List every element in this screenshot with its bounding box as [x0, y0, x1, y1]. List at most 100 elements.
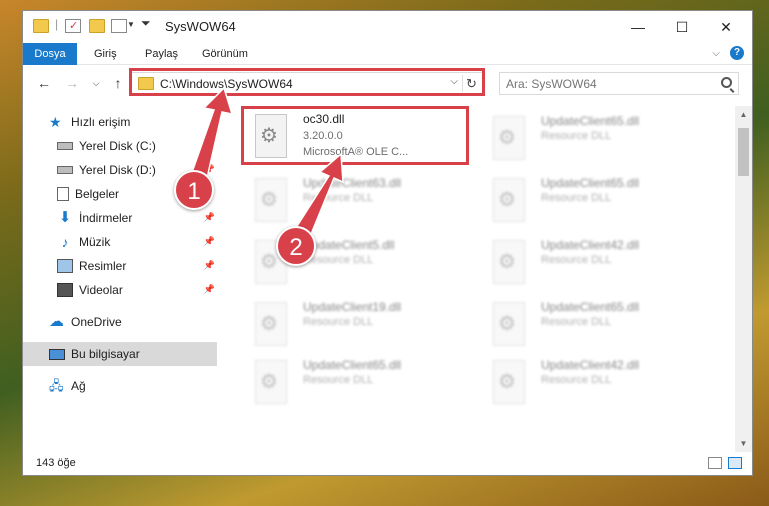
sidebar-item-label: Müzik	[79, 235, 111, 249]
scroll-thumb[interactable]	[738, 128, 749, 176]
file-item[interactable]: UpdateClient65.dll Resource DLL	[483, 112, 703, 168]
scroll-up-icon[interactable]: ▲	[735, 106, 752, 123]
sidebar-item-disk-c[interactable]: Yerel Disk (C:) 📌	[23, 134, 217, 158]
dll-file-icon	[493, 240, 525, 284]
file-description: Resource DLL	[541, 316, 612, 328]
pin-icon[interactable]: 📌	[204, 236, 215, 247]
dll-file-icon	[493, 360, 525, 404]
sidebar-item-onedrive[interactable]: ☁ OneDrive	[23, 310, 217, 334]
pin-icon[interactable]: 📌	[204, 212, 215, 223]
sidebar-item-label: Yerel Disk (D:)	[79, 163, 156, 177]
maximize-button[interactable]: ☐	[662, 15, 702, 39]
search-icon[interactable]	[721, 77, 732, 88]
file-item[interactable]: UpdateClient42.dll Resource DLL	[483, 236, 703, 292]
sidebar-item-downloads[interactable]: ⬇ İndirmeler 📌	[23, 206, 217, 230]
file-name: UpdateClient65.dll	[541, 176, 640, 190]
file-description: Resource DLL	[303, 374, 374, 386]
up-arrow-icon[interactable]: ↑	[109, 73, 127, 93]
sidebar-item-label: İndirmeler	[79, 211, 133, 225]
file-name: UpdateClient65.dll	[303, 358, 402, 372]
sidebar-item-label: Bu bilgisayar	[71, 347, 140, 361]
sidebar-item-network[interactable]: 🖧 Ağ	[23, 374, 217, 398]
folder-icon	[33, 19, 49, 33]
drive-icon	[57, 142, 73, 150]
computer-icon	[49, 348, 65, 360]
download-icon: ⬇	[58, 209, 72, 226]
cloud-icon: ☁	[49, 313, 64, 330]
sidebar-item-videos[interactable]: Videolar 📌	[23, 278, 217, 302]
tab-view[interactable]: Görünüm	[193, 43, 257, 65]
file-name: UpdateClient65.dll	[541, 300, 640, 314]
file-item[interactable]: UpdateClient65.dll Resource DLL	[245, 356, 465, 412]
dll-file-icon	[255, 360, 287, 404]
window-title: SysWOW64	[165, 19, 236, 34]
file-name: UpdateClient19.dll	[303, 300, 402, 314]
sidebar-item-label: Ağ	[71, 379, 86, 393]
tab-share[interactable]: Paylaş	[136, 43, 187, 65]
step-marker-2: 2	[276, 226, 316, 266]
pin-icon[interactable]: 📌	[204, 284, 215, 295]
sidebar-item-pictures[interactable]: Resimler 📌	[23, 254, 217, 278]
sidebar-item-label: Resimler	[79, 259, 127, 273]
file-highlight-box	[241, 106, 469, 165]
back-arrow-icon[interactable]: ←	[35, 73, 53, 93]
status-bar: 143 öğe	[23, 453, 752, 475]
sidebar-item-music[interactable]: ♪ Müzik 📌	[23, 230, 217, 254]
new-folder-icon[interactable]	[89, 19, 105, 33]
recent-locations-icon[interactable]: ⌵	[87, 73, 105, 93]
file-description: Resource DLL	[541, 374, 612, 386]
pictures-icon	[57, 259, 73, 273]
step-marker-1: 1	[174, 170, 214, 210]
ribbon-tabs: Dosya Giriş Paylaş Görünüm ⌵ ?	[23, 43, 752, 65]
file-name: UpdateClient65.dll	[541, 114, 640, 128]
videos-icon	[57, 283, 73, 297]
file-description: Resource DLL	[303, 316, 374, 328]
search-input[interactable]	[500, 73, 710, 94]
sidebar-item-label: Belgeler	[75, 187, 120, 201]
file-item[interactable]: UpdateClient65.dll Resource DLL	[483, 174, 703, 230]
tab-home[interactable]: Giriş	[85, 43, 126, 65]
file-description: Resource DLL	[541, 192, 612, 204]
large-icons-view-icon[interactable]	[728, 457, 742, 469]
scroll-down-icon[interactable]: ▼	[735, 435, 752, 452]
documents-icon	[57, 187, 69, 201]
sidebar-item-label: OneDrive	[71, 315, 122, 329]
file-item[interactable]: UpdateClient63.dll Resource DLL	[245, 174, 465, 230]
file-name: UpdateClient42.dll	[541, 358, 640, 372]
sidebar-item-this-pc[interactable]: Bu bilgisayar	[23, 342, 217, 366]
customize-toolbar-icon[interactable]: ⏷	[141, 16, 151, 31]
properties-icon[interactable]: ✓	[65, 19, 81, 33]
file-item[interactable]: UpdateClient42.dll Resource DLL	[483, 356, 703, 412]
dll-file-icon	[493, 178, 525, 222]
music-icon: ♪	[61, 234, 69, 250]
sidebar-item-label: Videolar	[79, 283, 123, 297]
dll-file-icon	[255, 302, 287, 346]
details-view-icon[interactable]	[708, 457, 722, 469]
close-button[interactable]: ✕	[706, 15, 746, 39]
title-bar: | ✓ ▼ ⏷ SysWOW64 — ☐ ✕	[23, 11, 752, 43]
item-count: 143 öğe	[36, 457, 76, 469]
dropdown-icon[interactable]: ▼	[127, 20, 135, 29]
navigation-pane: ★ Hızlı erişim Yerel Disk (C:) 📌 Yerel D…	[23, 106, 219, 452]
star-icon: ★	[49, 114, 62, 130]
tab-file[interactable]: Dosya	[23, 43, 77, 65]
file-description: Resource DLL	[541, 130, 612, 142]
address-highlight-box	[129, 68, 485, 96]
sidebar-item-label: Hızlı erişim	[71, 115, 131, 129]
drive-icon	[57, 166, 73, 174]
vertical-scrollbar[interactable]: ▲ ▼	[735, 106, 752, 452]
view-icon[interactable]	[111, 19, 127, 33]
pin-icon[interactable]: 📌	[204, 140, 215, 151]
file-name: UpdateClient5.dll	[303, 238, 395, 252]
help-icon[interactable]: ?	[730, 46, 744, 60]
forward-arrow-icon[interactable]: →	[63, 73, 81, 93]
file-item[interactable]: UpdateClient65.dll Resource DLL	[483, 298, 703, 354]
pin-icon[interactable]: 📌	[204, 260, 215, 271]
expand-ribbon-icon[interactable]: ⌵	[712, 48, 720, 59]
search-box[interactable]	[499, 72, 739, 95]
sidebar-item-quick-access[interactable]: ★ Hızlı erişim	[23, 110, 217, 134]
dll-file-icon	[493, 302, 525, 346]
file-item[interactable]: UpdateClient19.dll Resource DLL	[245, 298, 465, 354]
minimize-button[interactable]: —	[618, 15, 658, 39]
file-description: Resource DLL	[541, 254, 612, 266]
